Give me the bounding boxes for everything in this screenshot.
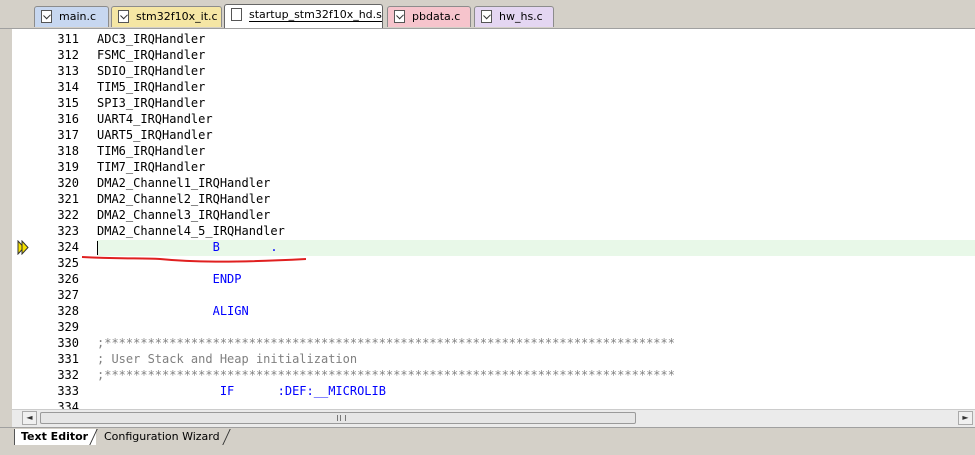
tab-text-editor[interactable]: Text Editor [14, 429, 96, 445]
code-line: TIM6_IRQHandler [97, 144, 206, 158]
scroll-thumb[interactable] [40, 412, 636, 424]
code-line: DMA2_Channel4_5_IRQHandler [97, 224, 285, 238]
tab-stm32f10x-it-c[interactable]: stm32f10x_it.c [111, 6, 222, 27]
tab-configuration-wizard[interactable]: Configuration Wizard [98, 429, 228, 445]
line-number: 324 [57, 240, 79, 254]
grip-icon [337, 415, 346, 421]
line-number: 316 [57, 112, 79, 126]
code-line: TIM7_IRQHandler [97, 160, 206, 174]
code-line: DMA2_Channel1_IRQHandler [97, 176, 271, 190]
file-icon [394, 10, 405, 23]
line-number: 321 [57, 192, 79, 206]
code-line: B . [97, 240, 278, 254]
line-number: 332 [57, 368, 79, 382]
line-number: 313 [57, 64, 79, 78]
file-icon [231, 8, 242, 21]
tab-label: startup_stm32f10x_hd.s [249, 8, 382, 22]
code-line: UART5_IRQHandler [97, 128, 213, 142]
line-number: 326 [57, 272, 79, 286]
current-line-arrow-icon [17, 240, 29, 255]
horizontal-scrollbar[interactable]: ◄ ► [12, 409, 975, 427]
line-number: 314 [57, 80, 79, 94]
file-tab-bar: main.c stm32f10x_it.c startup_stm32f10x_… [0, 0, 975, 29]
line-number: 319 [57, 160, 79, 174]
code-line: UART4_IRQHandler [97, 112, 213, 126]
code-line: ADC3_IRQHandler [97, 32, 206, 46]
code-line: ;***************************************… [97, 336, 675, 350]
line-number: 318 [57, 144, 79, 158]
code-line: ENDP [97, 272, 242, 286]
tab-label: pbdata.c [412, 10, 461, 23]
code-line: DMA2_Channel3_IRQHandler [97, 208, 271, 222]
file-icon [481, 10, 492, 23]
code-line: SPI3_IRQHandler [97, 96, 206, 110]
red-underline-annotation [81, 256, 306, 263]
code-line: IF :DEF:__MICROLIB [97, 384, 386, 398]
code-line: SDIO_IRQHandler [97, 64, 206, 78]
tab-main-c[interactable]: main.c [34, 6, 109, 27]
scroll-left-button[interactable]: ◄ [22, 411, 37, 425]
line-number: 331 [57, 352, 79, 366]
file-icon [41, 10, 52, 23]
line-number: 315 [57, 96, 79, 110]
line-number: 333 [57, 384, 79, 398]
line-number: 334 [57, 400, 79, 409]
code-line: ALIGN [97, 304, 249, 318]
tab-label: stm32f10x_it.c [136, 10, 218, 23]
code-line: ; User Stack and Heap initialization [97, 352, 358, 366]
line-number: 329 [57, 320, 79, 334]
line-number: 312 [57, 48, 79, 62]
tab-hw-hs-c[interactable]: hw_hs.c [474, 6, 554, 27]
line-number: 330 [57, 336, 79, 350]
file-icon [118, 10, 129, 23]
code-line: DMA2_Channel2_IRQHandler [97, 192, 271, 206]
line-number: 327 [57, 288, 79, 302]
scroll-right-button[interactable]: ► [958, 411, 973, 425]
line-number: 322 [57, 208, 79, 222]
tab-label: hw_hs.c [499, 10, 543, 23]
line-number: 323 [57, 224, 79, 238]
code-editor[interactable]: 311 ADC3_IRQHandler 312 FSMC_IRQHandler 313 S… [12, 29, 975, 409]
bottom-tab-bar: Text Editor Configuration Wizard [0, 427, 975, 455]
tab-label: main.c [59, 10, 97, 23]
tab-pbdata-c[interactable]: pbdata.c [387, 6, 471, 27]
line-number: 320 [57, 176, 79, 190]
line-number: 311 [57, 32, 79, 46]
code-line: TIM5_IRQHandler [97, 80, 206, 94]
code-line: FSMC_IRQHandler [97, 48, 206, 62]
code-line: ;***************************************… [97, 368, 675, 382]
line-number: 317 [57, 128, 79, 142]
line-number: 328 [57, 304, 79, 318]
tab-startup-stm32f10x-hd-s[interactable]: startup_stm32f10x_hd.s [224, 4, 383, 28]
line-number: 325 [57, 256, 79, 270]
